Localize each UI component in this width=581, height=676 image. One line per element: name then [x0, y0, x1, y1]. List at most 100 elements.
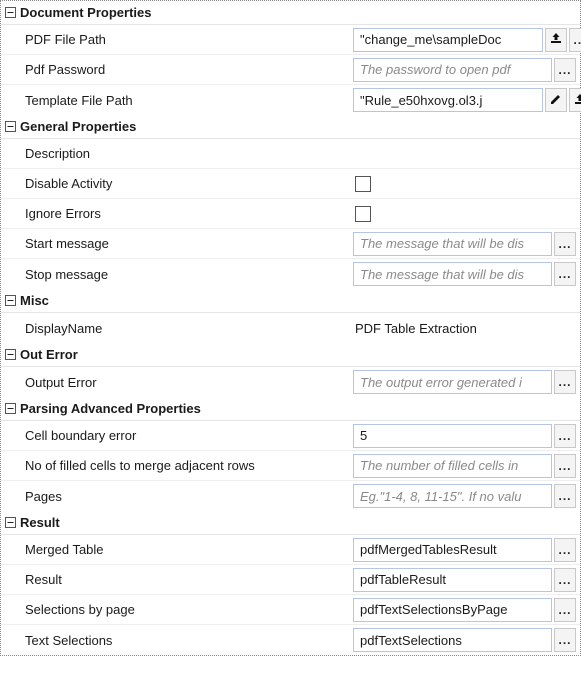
properties-panel: Document PropertiesPDF File Path...Pdf P…	[0, 0, 581, 656]
filled-cells-merge-input[interactable]	[353, 454, 552, 478]
pdf-password-more-button[interactable]: ...	[554, 58, 576, 82]
property-row-pdf-password: Pdf Password...	[1, 55, 580, 85]
property-row-ignore-errors: Ignore Errors	[1, 199, 580, 229]
cell-boundary-error-more-button[interactable]: ...	[554, 424, 576, 448]
group-header-out-error[interactable]: Out Error	[1, 343, 580, 367]
collapse-icon[interactable]	[3, 294, 17, 308]
pdf-file-path-input[interactable]	[353, 28, 543, 52]
collapse-icon[interactable]	[3, 516, 17, 530]
cell-boundary-error-input[interactable]	[353, 424, 552, 448]
template-file-path-edit-button[interactable]	[545, 88, 567, 112]
property-label: Selections by page	[1, 598, 353, 621]
group-body-result: Merged Table...Result...Selections by pa…	[1, 535, 580, 655]
property-label: Ignore Errors	[1, 202, 353, 225]
property-row-start-message: Start message...	[1, 229, 580, 259]
upload-icon	[573, 92, 581, 109]
collapse-icon[interactable]	[3, 348, 17, 362]
output-error-input[interactable]	[353, 370, 552, 394]
pdf-file-path-upload-button[interactable]	[545, 28, 567, 52]
pages-more-button[interactable]: ...	[554, 484, 576, 508]
start-message-more-button[interactable]: ...	[554, 232, 576, 256]
property-value	[353, 174, 580, 194]
property-label: No of filled cells to merge adjacent row…	[1, 454, 353, 477]
collapse-icon[interactable]	[3, 402, 17, 416]
group-header-document-properties[interactable]: Document Properties	[1, 1, 580, 25]
property-label: Output Error	[1, 371, 353, 394]
pages-input[interactable]	[353, 484, 552, 508]
collapse-icon[interactable]	[3, 120, 17, 134]
group-title: Misc	[20, 293, 49, 308]
pdf-file-path-more-button[interactable]: ...	[569, 28, 581, 52]
property-row-pdf-file-path: PDF File Path...	[1, 25, 580, 55]
text-selections-input[interactable]	[353, 628, 552, 652]
property-value: ...	[353, 422, 580, 450]
edit-icon	[549, 92, 563, 109]
property-label: Pdf Password	[1, 58, 353, 81]
disable-activity-checkbox[interactable]	[355, 176, 371, 192]
group-title: Result	[20, 515, 60, 530]
property-row-filled-cells-merge: No of filled cells to merge adjacent row…	[1, 451, 580, 481]
upload-icon	[549, 31, 563, 48]
group-title: General Properties	[20, 119, 136, 134]
filled-cells-merge-more-button[interactable]: ...	[554, 454, 576, 478]
group-header-misc[interactable]: Misc	[1, 289, 580, 313]
property-label: Text Selections	[1, 629, 353, 652]
property-label: Disable Activity	[1, 172, 353, 195]
group-title: Document Properties	[20, 5, 151, 20]
group-body-parsing-advanced-properties: Cell boundary error... No of filled cells…	[1, 421, 580, 511]
selections-by-page-more-button[interactable]: ...	[554, 598, 576, 622]
merged-table-more-button[interactable]: ...	[554, 538, 576, 562]
group-body-out-error: Output Error...	[1, 367, 580, 397]
property-row-text-selections: Text Selections...	[1, 625, 580, 655]
property-value: PDF Table Extraction	[353, 319, 580, 338]
property-label: Template File Path	[1, 89, 353, 112]
property-label: Start message	[1, 232, 353, 255]
property-row-description: Description	[1, 139, 580, 169]
property-label: Stop message	[1, 263, 353, 286]
property-value: ...	[353, 230, 580, 258]
property-value: ...	[353, 452, 580, 480]
property-label: Merged Table	[1, 538, 353, 561]
group-title: Out Error	[20, 347, 78, 362]
text-selections-more-button[interactable]: ...	[554, 628, 576, 652]
property-value	[353, 152, 580, 156]
template-file-path-input[interactable]	[353, 88, 543, 112]
result-value-input[interactable]	[353, 568, 552, 592]
output-error-more-button[interactable]: ...	[554, 370, 576, 394]
property-row-disable-activity: Disable Activity	[1, 169, 580, 199]
selections-by-page-input[interactable]	[353, 598, 552, 622]
property-row-selections-by-page: Selections by page...	[1, 595, 580, 625]
result-value-more-button[interactable]: ...	[554, 568, 576, 592]
merged-table-input[interactable]	[353, 538, 552, 562]
group-body-general-properties: Description Disable Activity Ignore Errors…	[1, 139, 580, 289]
start-message-input[interactable]	[353, 232, 552, 256]
property-value: ...	[353, 482, 580, 510]
property-row-merged-table: Merged Table...	[1, 535, 580, 565]
property-label: DisplayName	[1, 317, 353, 340]
property-value: ...	[353, 566, 580, 594]
property-row-display-name: DisplayNamePDF Table Extraction	[1, 313, 580, 343]
property-row-output-error: Output Error...	[1, 367, 580, 397]
property-row-pages: Pages...	[1, 481, 580, 511]
ignore-errors-checkbox[interactable]	[355, 206, 371, 222]
group-header-parsing-advanced-properties[interactable]: Parsing Advanced Properties	[1, 397, 580, 421]
collapse-icon[interactable]	[3, 6, 17, 20]
property-label: Cell boundary error	[1, 424, 353, 447]
property-value: ...	[353, 536, 580, 564]
property-value	[353, 204, 580, 224]
group-title: Parsing Advanced Properties	[20, 401, 201, 416]
group-body-document-properties: PDF File Path...Pdf Password...Template …	[1, 25, 580, 115]
property-value: ...	[353, 626, 580, 654]
property-value: ...	[353, 368, 580, 396]
group-header-result[interactable]: Result	[1, 511, 580, 535]
group-header-general-properties[interactable]: General Properties	[1, 115, 580, 139]
property-value: ...	[353, 86, 581, 114]
property-label: Pages	[1, 485, 353, 508]
template-file-path-upload-button[interactable]	[569, 88, 581, 112]
property-row-cell-boundary-error: Cell boundary error...	[1, 421, 580, 451]
stop-message-input[interactable]	[353, 262, 552, 286]
property-value: ...	[353, 596, 580, 624]
pdf-password-input[interactable]	[353, 58, 552, 82]
property-value: ...	[353, 26, 581, 54]
stop-message-more-button[interactable]: ...	[554, 262, 576, 286]
